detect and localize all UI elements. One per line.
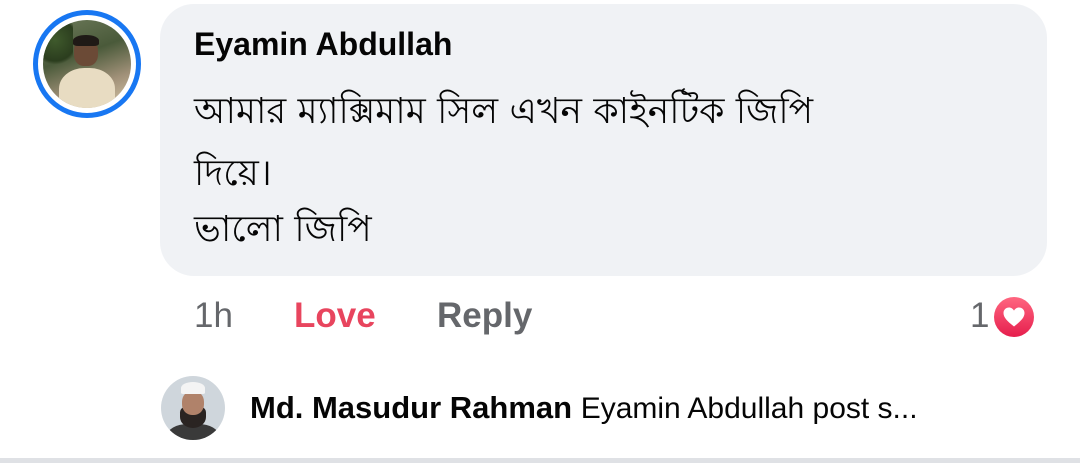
reaction-badge[interactable] xyxy=(991,294,1037,340)
comment-text-line: ভালো জিপি xyxy=(194,209,372,250)
comment-thread: Eyamin Abdullah আমার ম্যাক্সিমাম সিল এখন… xyxy=(0,0,1080,463)
commenter-avatar-story-ring[interactable] xyxy=(33,10,141,118)
avatar-shirt xyxy=(59,68,115,108)
avatar[interactable] xyxy=(43,20,131,108)
avatar-hair xyxy=(73,35,99,46)
comment-author-name[interactable]: Eyamin Abdullah xyxy=(194,26,452,63)
reply-preview[interactable]: Md. Masudur Rahman Eyamin Abdullah post … xyxy=(250,390,1050,426)
reaction-count[interactable]: 1 xyxy=(970,296,989,336)
reply-author-name[interactable]: Md. Masudur Rahman xyxy=(250,390,581,425)
comment-text-line: দিয়ে। xyxy=(194,153,272,194)
love-reaction-button[interactable]: Love xyxy=(294,296,376,336)
avatar-background xyxy=(43,20,73,70)
reply-author-avatar[interactable] xyxy=(161,376,225,440)
heart-icon xyxy=(994,297,1034,337)
reply-button[interactable]: Reply xyxy=(437,296,532,336)
reply-snippet: Eyamin Abdullah post s... xyxy=(580,392,918,425)
avatar-face xyxy=(182,391,204,415)
avatar-cap xyxy=(181,382,205,394)
divider xyxy=(0,458,1080,463)
comment-text-line: আমার ম্যাক্সিমাম সিল এখন কাইনটিক জিপি xyxy=(194,91,814,132)
comment-timestamp[interactable]: 1h xyxy=(194,296,233,336)
